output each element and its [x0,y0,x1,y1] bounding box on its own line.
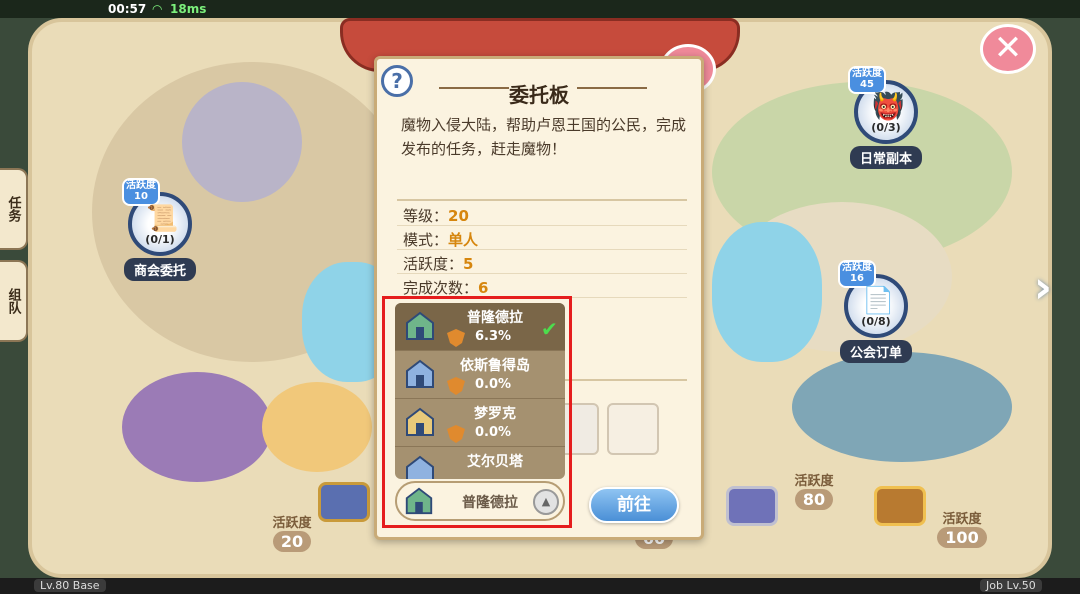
node-circle: 活跃度 45 👹 (0/3) [848,66,918,144]
node-label: 日常副本 [849,146,922,169]
milestone-value: 20 [272,531,312,552]
river [712,222,822,362]
dropdown-select[interactable]: 普隆德拉 ▲ [395,481,565,521]
dropdown-option-morroc[interactable]: 梦罗克 0.0% [395,399,565,447]
dialog-title: 委托板 [509,83,569,107]
milestone-value: 80 [794,489,834,510]
info-value: 5 [463,255,474,273]
info-value: 单人 [448,231,479,249]
badge-label: 活跃度 [126,180,156,191]
completions-row: 完成次数：6 [403,277,488,298]
go-button[interactable]: 前往 [589,487,679,523]
node-circle: 活跃度 10 📜 (0/1) [122,178,192,256]
tab-team[interactable]: 组队 [0,260,28,342]
info-label: 活跃度： [403,255,464,273]
option-name: 艾尔贝塔 [467,454,523,470]
badge-value: 10 [134,191,148,202]
activity-milestone-20: 活跃度 20 [258,512,326,552]
harbor-area [792,352,1012,462]
status-bar: 00:57 ◠ 18ms [0,0,1080,18]
bottom-bar: Lv.80 Base Job Lv.50 [0,578,1080,594]
info-value: 20 [448,207,469,225]
row-separator [397,273,687,274]
badge-value: 45 [860,79,874,90]
mode-row: 模式：单人 [403,229,478,250]
info-label: 完成次数： [403,279,479,297]
milestone-caption: 活跃度 [272,516,312,531]
node-circle: 活跃度 16 📄 (0/8) [838,260,908,338]
castle-icon [406,311,434,340]
wifi-icon: ◠ [152,2,163,16]
document-icon: 📄 [862,286,895,316]
dropdown-option-alberta[interactable]: 艾尔贝塔 [395,447,565,479]
milestone-caption: 活跃度 [794,474,834,489]
emblem-icon [447,377,465,395]
node-merchant-commission[interactable]: 活跃度 10 📜 (0/1) 商会委托 [110,178,210,281]
dialog-description: 魔物入侵大陆，帮助卢恩王国的公民，完成发布的任务，赶走魔物！ [401,116,687,158]
divider [397,199,687,201]
dropdown-list: 普隆德拉 6.3% ✔ 依斯鲁得岛 0.0% 梦罗克 0.0% 艾尔贝塔 [395,303,565,479]
ferris-wheel [182,82,302,202]
badge-label: 活跃度 [852,68,882,79]
milestone-caption: 活跃度 [942,512,982,527]
milestone-value: 100 [937,527,987,548]
tab-task[interactable]: 任务 [0,168,28,250]
info-label: 模式： [403,231,449,249]
desert-island [262,382,372,472]
option-name: 依斯鲁得岛 [460,358,530,374]
option-percent: 6.3% [475,329,512,344]
info-value: 6 [478,279,489,297]
node-label: 公会订单 [839,340,912,363]
option-name: 梦罗克 [474,406,516,422]
shield-emblem-icon[interactable] [607,403,659,455]
ping-readout: 18ms [170,2,207,16]
option-percent: 0.0% [475,425,512,440]
level-row: 等级：20 [403,205,469,226]
treasure-chest-icon[interactable] [726,486,778,526]
map-close-icon[interactable]: ✕ [980,24,1036,74]
job-level: Job Lv.50 [980,579,1042,592]
node-guild-orders[interactable]: 活跃度 16 📄 (0/8) 公会订单 [826,260,926,363]
scroll-icon: 📜 [146,204,179,234]
info-label: 等级： [403,207,449,225]
emblem-icon [447,329,465,347]
castle-icon [406,407,434,436]
castle-icon [406,455,434,479]
selected-value: 普隆德拉 [462,495,518,511]
treasure-chest-icon[interactable] [874,486,926,526]
emblem-icon [447,425,465,443]
purple-island [122,372,272,482]
activity-badge: 活跃度 45 [848,66,886,94]
base-level: Lv.80 Base [34,579,106,592]
next-arrow-icon[interactable]: › [1026,262,1060,332]
node-progress: (0/3) [871,121,901,134]
node-daily-dungeon[interactable]: 活跃度 45 👹 (0/3) 日常副本 [836,66,936,169]
row-separator [397,249,687,250]
title-ornament-right [577,87,647,89]
activity-row: 活跃度：5 [403,253,473,274]
node-progress: (0/1) [145,233,175,246]
clock: 00:57 [108,2,147,16]
dropdown-option-prontera[interactable]: 普隆德拉 6.3% ✔ [395,303,565,351]
castle-icon [406,359,434,388]
activity-milestone-80: 活跃度 80 [780,470,848,510]
castle-icon [405,487,433,515]
server-dropdown: 普隆德拉 6.3% ✔ 依斯鲁得岛 0.0% 梦罗克 0.0% 艾尔贝塔 普隆德… [382,296,572,528]
badge-label: 活跃度 [842,262,872,273]
monster-icon: 👹 [872,92,905,122]
activity-badge: 活跃度 16 [838,260,876,288]
activity-badge: 活跃度 10 [122,178,160,206]
row-separator [397,225,687,226]
left-tabs: 任务 组队 [0,168,28,352]
dropdown-option-izlude[interactable]: 依斯鲁得岛 0.0% [395,351,565,399]
node-label: 商会委托 [123,258,196,281]
option-percent: 0.0% [475,377,512,392]
chevron-up-icon[interactable]: ▲ [533,489,559,515]
node-progress: (0/8) [861,315,891,328]
check-icon: ✔ [541,317,558,341]
activity-milestone-100: 活跃度 100 [928,508,996,548]
badge-value: 16 [850,273,864,284]
option-name: 普隆德拉 [467,310,523,326]
